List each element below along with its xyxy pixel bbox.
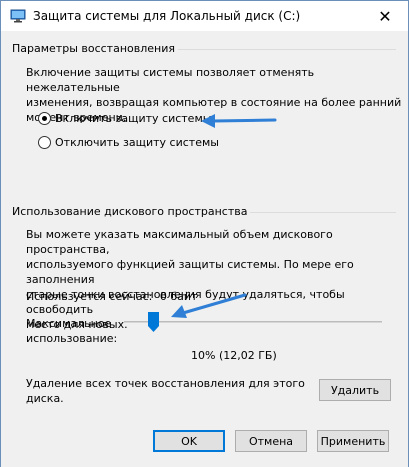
close-button[interactable]: ✕ — [362, 1, 408, 31]
annotation-arrow-icon — [171, 293, 247, 318]
description-line: Включение защиты системы позволяет отмен… — [26, 66, 315, 94]
restore-settings-header: Параметры восстановления — [12, 42, 178, 55]
max-usage-label-line: Максимальное — [26, 317, 112, 330]
delete-button[interactable]: Удалить — [319, 379, 391, 401]
current-usage-label: Используется сейчас: — [26, 290, 153, 303]
radio-button-checked[interactable] — [38, 112, 51, 125]
max-usage-label: Максимальное использование: — [26, 316, 117, 346]
radio-disable-protection[interactable]: Отключить защиту системы — [38, 136, 219, 149]
close-icon: ✕ — [378, 6, 392, 26]
delete-description: Удаление всех точек восстановления для э… — [26, 376, 305, 406]
disk-usage-header: Использование дискового пространства — [12, 205, 251, 218]
annotation-arrow-icon — [201, 114, 277, 128]
max-usage-slider-track[interactable] — [124, 321, 382, 323]
delete-description-line: Удаление всех точек восстановления для э… — [26, 377, 305, 390]
max-usage-slider-thumb[interactable] — [148, 312, 159, 332]
cancel-button[interactable]: Отмена — [235, 430, 307, 452]
radio-disable-label: Отключить защиту системы — [55, 136, 219, 149]
delete-description-line: диска. — [26, 392, 64, 405]
max-usage-label-line: использование: — [26, 332, 118, 345]
description-line: Вы можете указать максимальный объем дис… — [26, 228, 333, 256]
apply-button[interactable]: Применить — [317, 430, 389, 452]
radio-enable-protection[interactable]: Включить защиту системы — [38, 112, 211, 125]
radio-button-unchecked[interactable] — [38, 136, 51, 149]
title-bar[interactable]: Защита системы для Локальный диск (C:) ✕ — [1, 1, 408, 31]
max-usage-value: 10% (12,02 ГБ) — [191, 349, 277, 362]
computer-icon — [10, 9, 26, 23]
ok-button[interactable]: OK — [153, 430, 225, 452]
description-line: изменения, возвращая компьютер в состоян… — [26, 96, 402, 109]
dialog-client-area: Параметры восстановления Включение защит… — [1, 31, 408, 467]
window-title: Защита системы для Локальный диск (C:) — [33, 9, 301, 23]
radio-enable-label: Включить защиту системы — [55, 112, 212, 125]
system-protection-dialog: Защита системы для Локальный диск (C:) ✕… — [0, 0, 409, 467]
description-line: используемого функцией защиты системы. П… — [26, 258, 354, 286]
